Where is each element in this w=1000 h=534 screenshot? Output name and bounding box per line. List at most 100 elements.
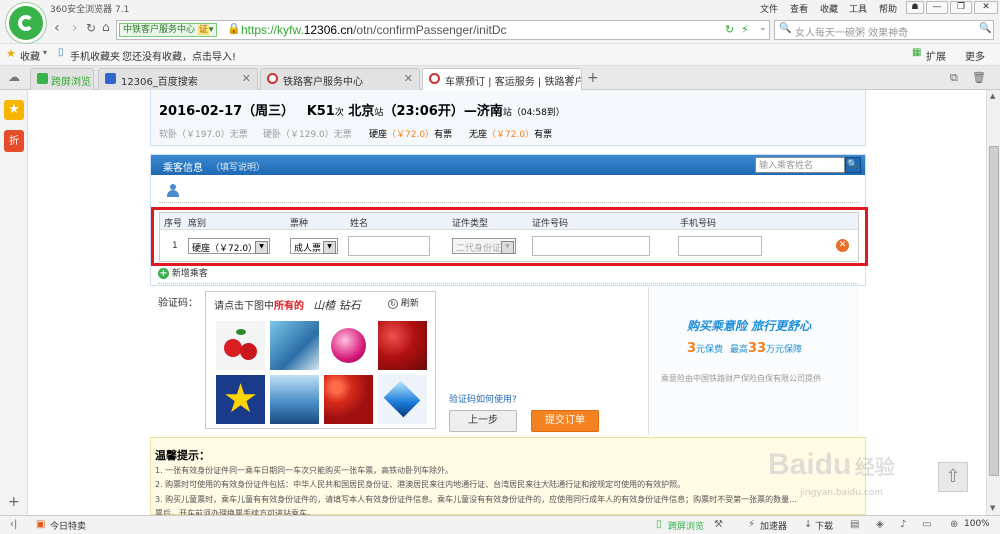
restore-tab-icon[interactable]: ⧉ <box>950 71 958 85</box>
captcha-divider <box>158 283 858 284</box>
train-number: K51 <box>306 104 335 119</box>
more-button[interactable]: 更多 <box>965 48 985 63</box>
back-to-top-button[interactable]: ⇧ <box>938 462 968 492</box>
new-tab-icon[interactable]: + <box>587 70 599 86</box>
captcha-image-star[interactable]: ★ <box>216 375 265 424</box>
captcha-image-tomatoes[interactable] <box>324 375 373 424</box>
captcha-image-pool[interactable] <box>270 321 319 370</box>
captcha-refresh-button[interactable]: ↻ 刷新 <box>388 296 419 309</box>
url-text[interactable]: https://kyfw.12306.cn/otn/confirmPasseng… <box>241 23 507 37</box>
cross-screen-link[interactable]: 跨屏浏览 <box>668 519 704 532</box>
search-box[interactable]: 🔍 女人每天一碗粥 效果神奇 🔍 <box>774 20 994 40</box>
phone-input[interactable] <box>678 236 762 256</box>
seat-price: （￥197.0） <box>177 130 230 140</box>
seat-soft-sleeper: 软卧（￥197.0）无票 <box>159 127 248 140</box>
tools-icon[interactable]: ⚒ <box>714 519 723 530</box>
id-number-input[interactable] <box>532 236 650 256</box>
passenger-search-input[interactable]: 输入乘客姓名 <box>755 157 845 173</box>
mobile-favorites[interactable]: 手机收藏夹 <box>70 48 120 63</box>
insurance-ad[interactable]: 购买乘意险 旅行更舒心 3元保费 最高33万元保障 乘意险由中国铁路财产保险自保… <box>648 287 858 435</box>
scroll-down-icon[interactable]: ▼ <box>990 504 995 512</box>
tab-12306-home[interactable]: 铁路客户服务中心 ✕ <box>260 68 420 90</box>
previous-step-button[interactable]: 上一步 <box>449 410 517 432</box>
add-passenger-button[interactable]: + 新增乘客 <box>158 266 208 279</box>
divider <box>159 202 859 203</box>
cloud-icon[interactable]: ☁ <box>8 70 20 84</box>
add-sidebar-icon[interactable]: + <box>8 494 20 510</box>
home-icon[interactable]: ⌂ <box>102 20 110 34</box>
tab-baidu[interactable]: 12306_百度搜索 ✕ <box>98 68 258 90</box>
captcha-image-dolphin[interactable] <box>270 375 319 424</box>
ticket-type-select[interactable]: 成人票 <box>290 238 338 254</box>
today-sale-link[interactable]: 今日特卖 <box>50 519 86 532</box>
captcha-help-link[interactable]: 验证码如何使用? <box>449 392 517 405</box>
tab-booking[interactable]: 车票预订 | 客运服务 | 铁路客户服... ✕ <box>422 68 582 91</box>
tab-cross-screen[interactable]: 跨屏浏览 <box>30 68 94 90</box>
menu-tools[interactable]: 工具 <box>849 2 867 15</box>
captcha-image-hawthorn-1[interactable] <box>216 321 265 370</box>
search-go-icon[interactable]: 🔍 <box>979 23 991 34</box>
security-icon[interactable]: ◈ <box>876 519 884 530</box>
status-bar: ‹| ▣ 今日特卖 ▯ 跨屏浏览 ⚒ ⚡ 加速器 ↓ 下载 ▤ ◈ ♪ ▭ ⊕ … <box>0 515 1000 534</box>
delete-passenger-icon[interactable]: ✕ <box>836 239 849 252</box>
search-icon[interactable]: 🔍 <box>779 23 791 34</box>
menu-file[interactable]: 文件 <box>760 2 778 15</box>
speed-icon[interactable]: ⚡ <box>741 23 749 36</box>
id-type-select[interactable]: 二代身份证 <box>452 238 516 254</box>
seat-name: 软卧 <box>159 130 178 140</box>
skin-icon[interactable]: ☗ <box>906 1 924 14</box>
minimize-icon[interactable]: — <box>926 1 948 14</box>
seat-select[interactable]: 硬座（￥72.0） <box>188 238 270 254</box>
maximize-icon[interactable]: ❐ <box>950 1 972 14</box>
extensions-button[interactable]: 扩展 <box>926 48 946 63</box>
import-hint[interactable]: 您还没有收藏，点击导入! <box>122 48 236 63</box>
sound-icon[interactable]: ♪ <box>900 519 906 530</box>
page-scrollbar[interactable]: ▲ ▼ <box>986 90 1000 515</box>
reload-icon[interactable]: ↻ <box>725 23 734 36</box>
watermark-brand: Baidu <box>768 448 852 481</box>
menu-help[interactable]: 帮助 <box>879 2 897 15</box>
seat-price: （￥129.0） <box>281 130 334 140</box>
seat-price: （￥72.0） <box>487 130 535 140</box>
accelerator-link[interactable]: 加速器 <box>760 519 787 532</box>
name-input[interactable] <box>348 236 430 256</box>
captcha-image-hawthorn-2[interactable] <box>378 321 427 370</box>
menu-favorites[interactable]: 收藏 <box>820 2 838 15</box>
discount-icon[interactable]: 折 <box>4 130 24 152</box>
train-dash: — <box>463 104 477 119</box>
ad-footer: 乘意险由中国铁路财产保险自保有限公司提供 <box>661 374 821 383</box>
scroll-up-icon[interactable]: ▲ <box>990 92 995 100</box>
search-text[interactable]: 女人每天一碗粥 效果神奇 <box>795 24 908 39</box>
close-window-icon[interactable]: ✕ <box>974 1 998 14</box>
back-icon[interactable]: ‹ <box>54 20 60 36</box>
window-icon[interactable]: ▭ <box>922 519 931 530</box>
download-link[interactable]: 下载 <box>815 519 833 532</box>
scroll-thumb[interactable] <box>989 146 999 476</box>
sidebar-toggle-icon[interactable]: ‹| <box>10 519 17 530</box>
fill-instructions-link[interactable]: （填写说明） <box>211 160 265 173</box>
image-icon[interactable]: ▤ <box>850 519 859 530</box>
menu-view[interactable]: 查看 <box>790 2 808 15</box>
close-icon[interactable]: ✕ <box>242 72 251 85</box>
tab-label: 车票预订 | 客运服务 | 铁路客户服... <box>445 77 582 88</box>
favorites-button[interactable]: 收藏 <box>20 48 40 63</box>
passenger-table: 序号 席别 票种 姓名 证件类型 证件号码 手机号码 1 硬座（￥72.0） 成… <box>159 212 859 262</box>
favorites-dropdown-icon[interactable]: ▾ <box>43 48 47 57</box>
address-bar[interactable]: 中铁客户服务中心 证▾ 🔒 https://kyfw.12306.cn/otn/… <box>116 20 770 40</box>
favorites-star-icon[interactable]: ★ <box>4 100 24 120</box>
refresh-icon[interactable]: ↻ <box>86 21 96 35</box>
close-icon[interactable]: ✕ <box>404 72 413 85</box>
submit-order-button[interactable]: 提交订单 <box>531 410 599 432</box>
captcha-image-gem-blue[interactable] <box>378 375 427 424</box>
passenger-search-button[interactable]: 🔍 <box>845 157 861 173</box>
forward-icon[interactable]: › <box>72 20 78 36</box>
close-icon[interactable]: ✕ <box>566 72 575 85</box>
train-to: 济南 <box>476 104 503 119</box>
watermark-url: jingyan.baidu.com <box>800 488 884 498</box>
title-bar: 360安全浏览器 7.1 文件 查看 收藏 工具 帮助 ☗ — ❐ ✕ <box>0 0 1000 16</box>
trash-icon[interactable]: 🗑 <box>972 71 986 84</box>
dropdown-icon[interactable]: ⌄ <box>759 23 767 33</box>
site-badge[interactable]: 中铁客户服务中心 证▾ <box>119 23 218 37</box>
zoom-level[interactable]: 100% <box>964 519 990 529</box>
captcha-image-gem-pink[interactable] <box>324 321 373 370</box>
